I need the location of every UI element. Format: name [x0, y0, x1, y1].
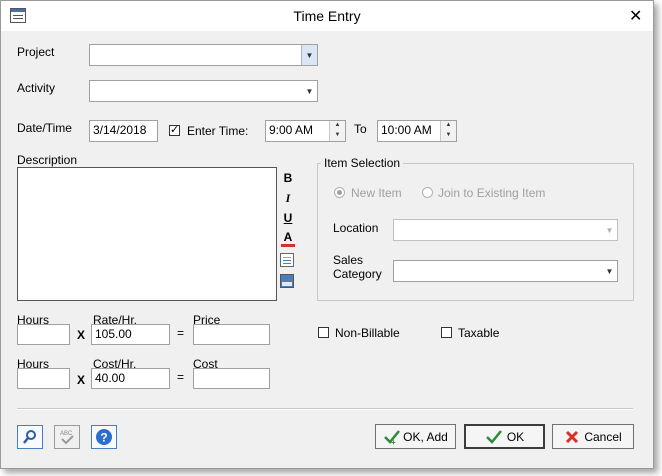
- taxable-label: Taxable: [458, 326, 500, 340]
- activity-label: Activity: [17, 81, 56, 95]
- date-input[interactable]: 3/14/2018: [89, 120, 158, 142]
- category-label: Category: [333, 267, 382, 281]
- chevron-down-icon[interactable]: ▼: [602, 261, 617, 281]
- close-button[interactable]: ✕: [629, 6, 642, 25]
- spell-format-icon[interactable]: [280, 274, 294, 288]
- new-item-radio[interactable]: [334, 187, 345, 198]
- chevron-down-icon[interactable]: ▼: [301, 45, 317, 65]
- check-add-icon: +: [384, 429, 401, 445]
- price-input[interactable]: [193, 324, 270, 345]
- magnifier-icon: [23, 430, 36, 444]
- ok-add-label: OK, Add: [403, 429, 448, 444]
- from-time-input[interactable]: 9:00 AM ▲ ▼: [265, 120, 346, 142]
- spin-down-icon[interactable]: ▼: [441, 131, 456, 141]
- time-entry-window: Time Entry ✕ Project ▼ Activity ▼ Date/T…: [0, 0, 654, 469]
- bold-button[interactable]: B: [281, 171, 295, 185]
- datetime-label: Date/Time: [17, 121, 72, 135]
- item-selection-legend: Item Selection: [321, 156, 404, 170]
- svg-text:?: ?: [100, 431, 107, 445]
- font-color-button[interactable]: A: [281, 231, 295, 247]
- ok-label: OK: [506, 429, 525, 444]
- spin-up-icon[interactable]: ▲: [330, 121, 345, 131]
- to-time-value: 10:00 AM: [381, 123, 432, 137]
- cost-total-input[interactable]: [193, 368, 270, 389]
- svg-text:ABC: ABC: [60, 431, 73, 437]
- activity-combo[interactable]: ▼: [89, 80, 318, 102]
- window-title: Time Entry: [293, 8, 361, 24]
- join-existing-label: Join to Existing Item: [438, 186, 546, 200]
- footer-divider: [17, 408, 633, 410]
- location-combo[interactable]: ▼: [393, 219, 618, 241]
- ok-add-button[interactable]: + OK, Add: [375, 424, 456, 449]
- close-icon: [566, 430, 579, 443]
- non-billable-label: Non-Billable: [335, 326, 400, 340]
- checkmark-icon: [485, 429, 502, 444]
- chevron-down-icon[interactable]: ▼: [302, 81, 317, 101]
- equals-symbol: =: [177, 370, 185, 384]
- join-existing-radio[interactable]: [422, 187, 433, 198]
- taxable-checkbox[interactable]: [441, 327, 452, 338]
- spin-up-icon[interactable]: ▲: [441, 121, 456, 131]
- new-item-label: New Item: [351, 186, 402, 200]
- cost-rate-input[interactable]: 40.00: [91, 368, 170, 389]
- help-icon: ?: [96, 429, 112, 445]
- description-textarea[interactable]: [17, 167, 277, 301]
- equals-symbol: =: [177, 326, 185, 340]
- chevron-down-icon[interactable]: ▼: [602, 220, 617, 240]
- insert-table-icon[interactable]: [280, 253, 294, 267]
- ok-button[interactable]: OK: [464, 424, 545, 449]
- description-label: Description: [17, 153, 78, 167]
- sales-label: Sales: [333, 253, 364, 267]
- project-label: Project: [17, 45, 55, 59]
- spell-check-icon: ABC: [60, 431, 74, 445]
- times-symbol: X: [77, 328, 86, 342]
- cancel-button[interactable]: Cancel: [552, 424, 634, 449]
- times-symbol: X: [77, 373, 86, 387]
- from-time-spinner[interactable]: ▲ ▼: [329, 121, 345, 141]
- to-time-spinner[interactable]: ▲ ▼: [440, 121, 456, 141]
- non-billable-checkbox[interactable]: [318, 327, 329, 338]
- enter-time-label: Enter Time:: [187, 124, 249, 138]
- spell-check-button[interactable]: ABC: [54, 425, 80, 449]
- lookup-button[interactable]: [17, 425, 43, 449]
- to-label: To: [354, 122, 367, 136]
- checkmark-icon: ✓: [170, 124, 180, 136]
- location-label: Location: [333, 221, 379, 235]
- sales-category-combo[interactable]: ▼: [393, 260, 618, 282]
- rate-input[interactable]: 105.00: [91, 324, 170, 345]
- italic-button[interactable]: I: [281, 191, 295, 206]
- help-button[interactable]: ?: [91, 425, 117, 449]
- enter-time-checkbox[interactable]: ✓: [169, 125, 180, 136]
- billing-hours-input[interactable]: [17, 324, 70, 345]
- from-time-value: 9:00 AM: [269, 123, 314, 137]
- svg-text:+: +: [391, 438, 396, 445]
- cost-hours-input[interactable]: [17, 368, 70, 389]
- cancel-label: Cancel: [584, 429, 622, 444]
- project-combo[interactable]: ▼: [89, 44, 318, 66]
- title-bar: Time Entry ✕: [1, 1, 653, 31]
- underline-button[interactable]: U: [281, 211, 295, 225]
- spin-down-icon[interactable]: ▼: [330, 131, 345, 141]
- to-time-input[interactable]: 10:00 AM ▲ ▼: [377, 120, 457, 142]
